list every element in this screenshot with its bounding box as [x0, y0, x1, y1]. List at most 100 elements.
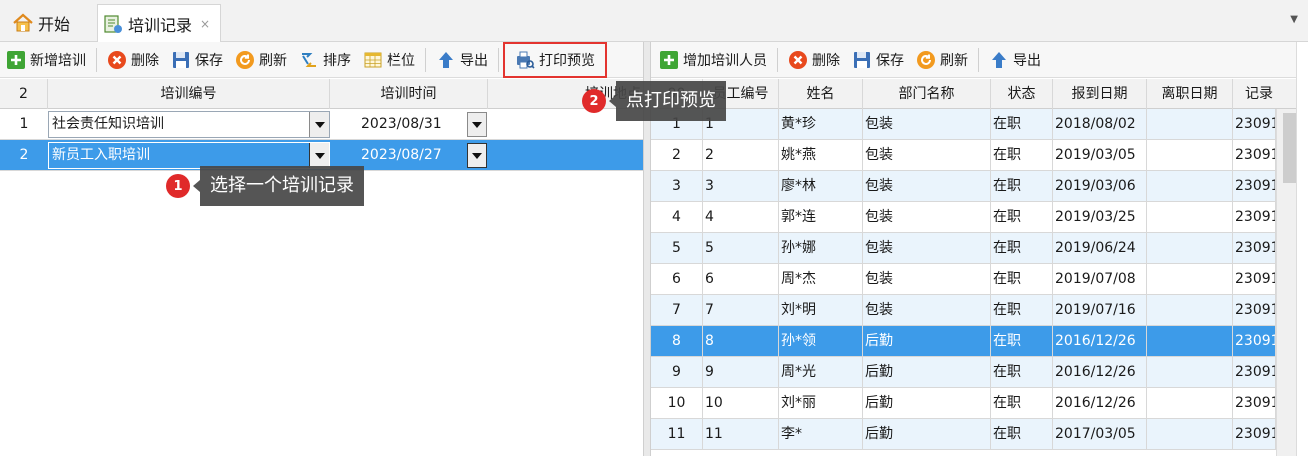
- column-header-training-code[interactable]: 培训编号: [48, 79, 330, 109]
- column-header-join-date[interactable]: 报到日期: [1053, 79, 1147, 109]
- refresh-trainee-button[interactable]: 刷新: [910, 45, 974, 75]
- employee-no-cell: 8: [703, 326, 779, 357]
- table-row[interactable]: 55孙*娜包装在职2019/06/24230914: [651, 233, 1276, 264]
- row-index: 1: [19, 116, 29, 132]
- table-row[interactable]: 22姚*燕包装在职2019/03/05230914: [651, 140, 1276, 171]
- tab-close-icon[interactable]: ×: [200, 17, 210, 31]
- row-index: 2: [651, 140, 703, 171]
- right-toolbar: 增加培训人员 删除 保存 刷新 导出: [645, 42, 1308, 78]
- join-date-cell: 2016/12/26: [1053, 357, 1147, 388]
- export-trainee-button[interactable]: 导出: [983, 45, 1047, 75]
- tab-menu-dropdown-icon[interactable]: ▼: [1290, 14, 1298, 25]
- refresh-training-button[interactable]: 刷新: [229, 45, 293, 75]
- home-icon: [12, 12, 34, 34]
- leave-date-cell: [1147, 295, 1233, 326]
- print-preview-button[interactable]: 打印预览: [503, 41, 607, 78]
- save-icon: [171, 50, 191, 70]
- plus-icon: [659, 50, 679, 70]
- record-cell: 230914: [1233, 202, 1276, 233]
- table-row[interactable]: 99周*光后勤在职2016/12/26230914: [651, 357, 1276, 388]
- table-row[interactable]: 33廖*林包装在职2019/03/06230914: [651, 171, 1276, 202]
- tab-bar: 开始 培训记录 × ▼: [0, 0, 1308, 43]
- columns-button[interactable]: 栏位: [357, 45, 421, 75]
- training-code-select[interactable]: 新员工入职培训: [48, 142, 330, 169]
- employee-no-cell: 2: [703, 140, 779, 171]
- delete-icon: [107, 50, 127, 70]
- table-row[interactable]: 77刘*明包装在职2019/07/16230914: [651, 295, 1276, 326]
- record-cell: 230914: [1233, 357, 1276, 388]
- join-date-cell: 2016/12/26: [1053, 326, 1147, 357]
- tab-home[interactable]: 开始: [12, 4, 92, 42]
- table-row[interactable]: 1111李*后勤在职2017/03/05230914: [651, 419, 1276, 450]
- column-header-record[interactable]: 记录: [1233, 79, 1276, 109]
- record-cell: 230914: [1233, 233, 1276, 264]
- chevron-down-icon[interactable]: [467, 112, 487, 137]
- column-header-training-time[interactable]: 培训时间: [330, 79, 488, 109]
- toolbar-separator: [777, 47, 778, 72]
- plus-icon: [6, 50, 26, 70]
- save-training-button[interactable]: 保存: [165, 45, 229, 75]
- table-row[interactable]: 66周*杰包装在职2019/07/08230914: [651, 264, 1276, 295]
- department-cell: 后勤: [863, 326, 991, 357]
- export-icon: [436, 50, 456, 70]
- record-cell: 230914: [1233, 140, 1276, 171]
- department-cell: 包装: [863, 140, 991, 171]
- status-cell: 在职: [991, 388, 1053, 419]
- row-index: 9: [651, 357, 703, 388]
- department-cell: 包装: [863, 233, 991, 264]
- table-row-selected[interactable]: 88孙*领后勤在职2016/12/26230914: [651, 326, 1276, 357]
- training-date-select[interactable]: 2023/08/27: [330, 142, 488, 169]
- export-training-button[interactable]: 导出: [430, 45, 494, 75]
- name-cell: 孙*娜: [779, 233, 863, 264]
- export-icon: [989, 50, 1009, 70]
- leave-date-cell: [1147, 326, 1233, 357]
- training-code-value: 社会责任知识培训: [52, 116, 164, 132]
- table-row[interactable]: 1 社会责任知识培训 2023/08/31: [0, 109, 643, 140]
- row-index: 2: [19, 147, 29, 163]
- leave-date-cell: [1147, 109, 1233, 140]
- table-row[interactable]: 44郭*连包装在职2019/03/25230914: [651, 202, 1276, 233]
- join-date-cell: 2019/03/05: [1053, 140, 1147, 171]
- leave-date-cell: [1147, 202, 1233, 233]
- add-trainee-button[interactable]: 增加培训人员: [653, 45, 773, 75]
- leave-date-cell: [1147, 357, 1233, 388]
- tab-home-label: 开始: [38, 15, 71, 34]
- step-badge-2: 2: [582, 89, 606, 113]
- training-date-select[interactable]: 2023/08/31: [330, 111, 488, 138]
- column-header-leave-date[interactable]: 离职日期: [1147, 79, 1233, 109]
- chevron-down-icon[interactable]: [309, 112, 329, 137]
- delete-trainee-button[interactable]: 删除: [782, 45, 846, 75]
- record-cell: 230914: [1233, 388, 1276, 419]
- department-cell: 包装: [863, 264, 991, 295]
- tab-training-records-label: 培训记录: [128, 16, 193, 35]
- leave-date-cell: [1147, 388, 1233, 419]
- record-cell: 230914: [1233, 264, 1276, 295]
- column-header-status[interactable]: 状态: [991, 79, 1053, 109]
- tab-training-records[interactable]: 培训记录 ×: [97, 4, 221, 43]
- leave-date-cell: [1147, 140, 1233, 171]
- name-cell: 郭*连: [779, 202, 863, 233]
- column-header-department[interactable]: 部门名称: [863, 79, 991, 109]
- toolbar-separator: [425, 47, 426, 72]
- name-cell: 周*杰: [779, 264, 863, 295]
- column-header-name[interactable]: 姓名: [779, 79, 863, 109]
- print-preview-label: 打印预览: [539, 52, 595, 69]
- join-date-cell: 2019/07/16: [1053, 295, 1147, 326]
- training-date-value: 2023/08/27: [361, 147, 442, 163]
- toolbar-separator: [96, 47, 97, 72]
- chevron-down-icon[interactable]: [309, 143, 329, 168]
- employee-no-cell: 5: [703, 233, 779, 264]
- table-row[interactable]: 11黄*珍包装在职2018/08/02230914: [651, 109, 1276, 140]
- delete-training-button[interactable]: 删除: [101, 45, 165, 75]
- step-badge-1: 1: [166, 174, 190, 198]
- callout-step-1: 1 选择一个培训记录: [166, 166, 364, 206]
- delete-training-label: 删除: [131, 52, 159, 69]
- status-cell: 在职: [991, 171, 1053, 202]
- save-trainee-button[interactable]: 保存: [846, 45, 910, 75]
- table-row[interactable]: 1010刘*丽后勤在职2016/12/26230914: [651, 388, 1276, 419]
- chevron-down-icon[interactable]: [467, 143, 487, 168]
- refresh-trainee-label: 刷新: [940, 52, 968, 69]
- new-training-button[interactable]: 新增培训: [0, 45, 92, 75]
- training-code-select[interactable]: 社会责任知识培训: [48, 111, 330, 138]
- sort-button[interactable]: 排序: [293, 45, 357, 75]
